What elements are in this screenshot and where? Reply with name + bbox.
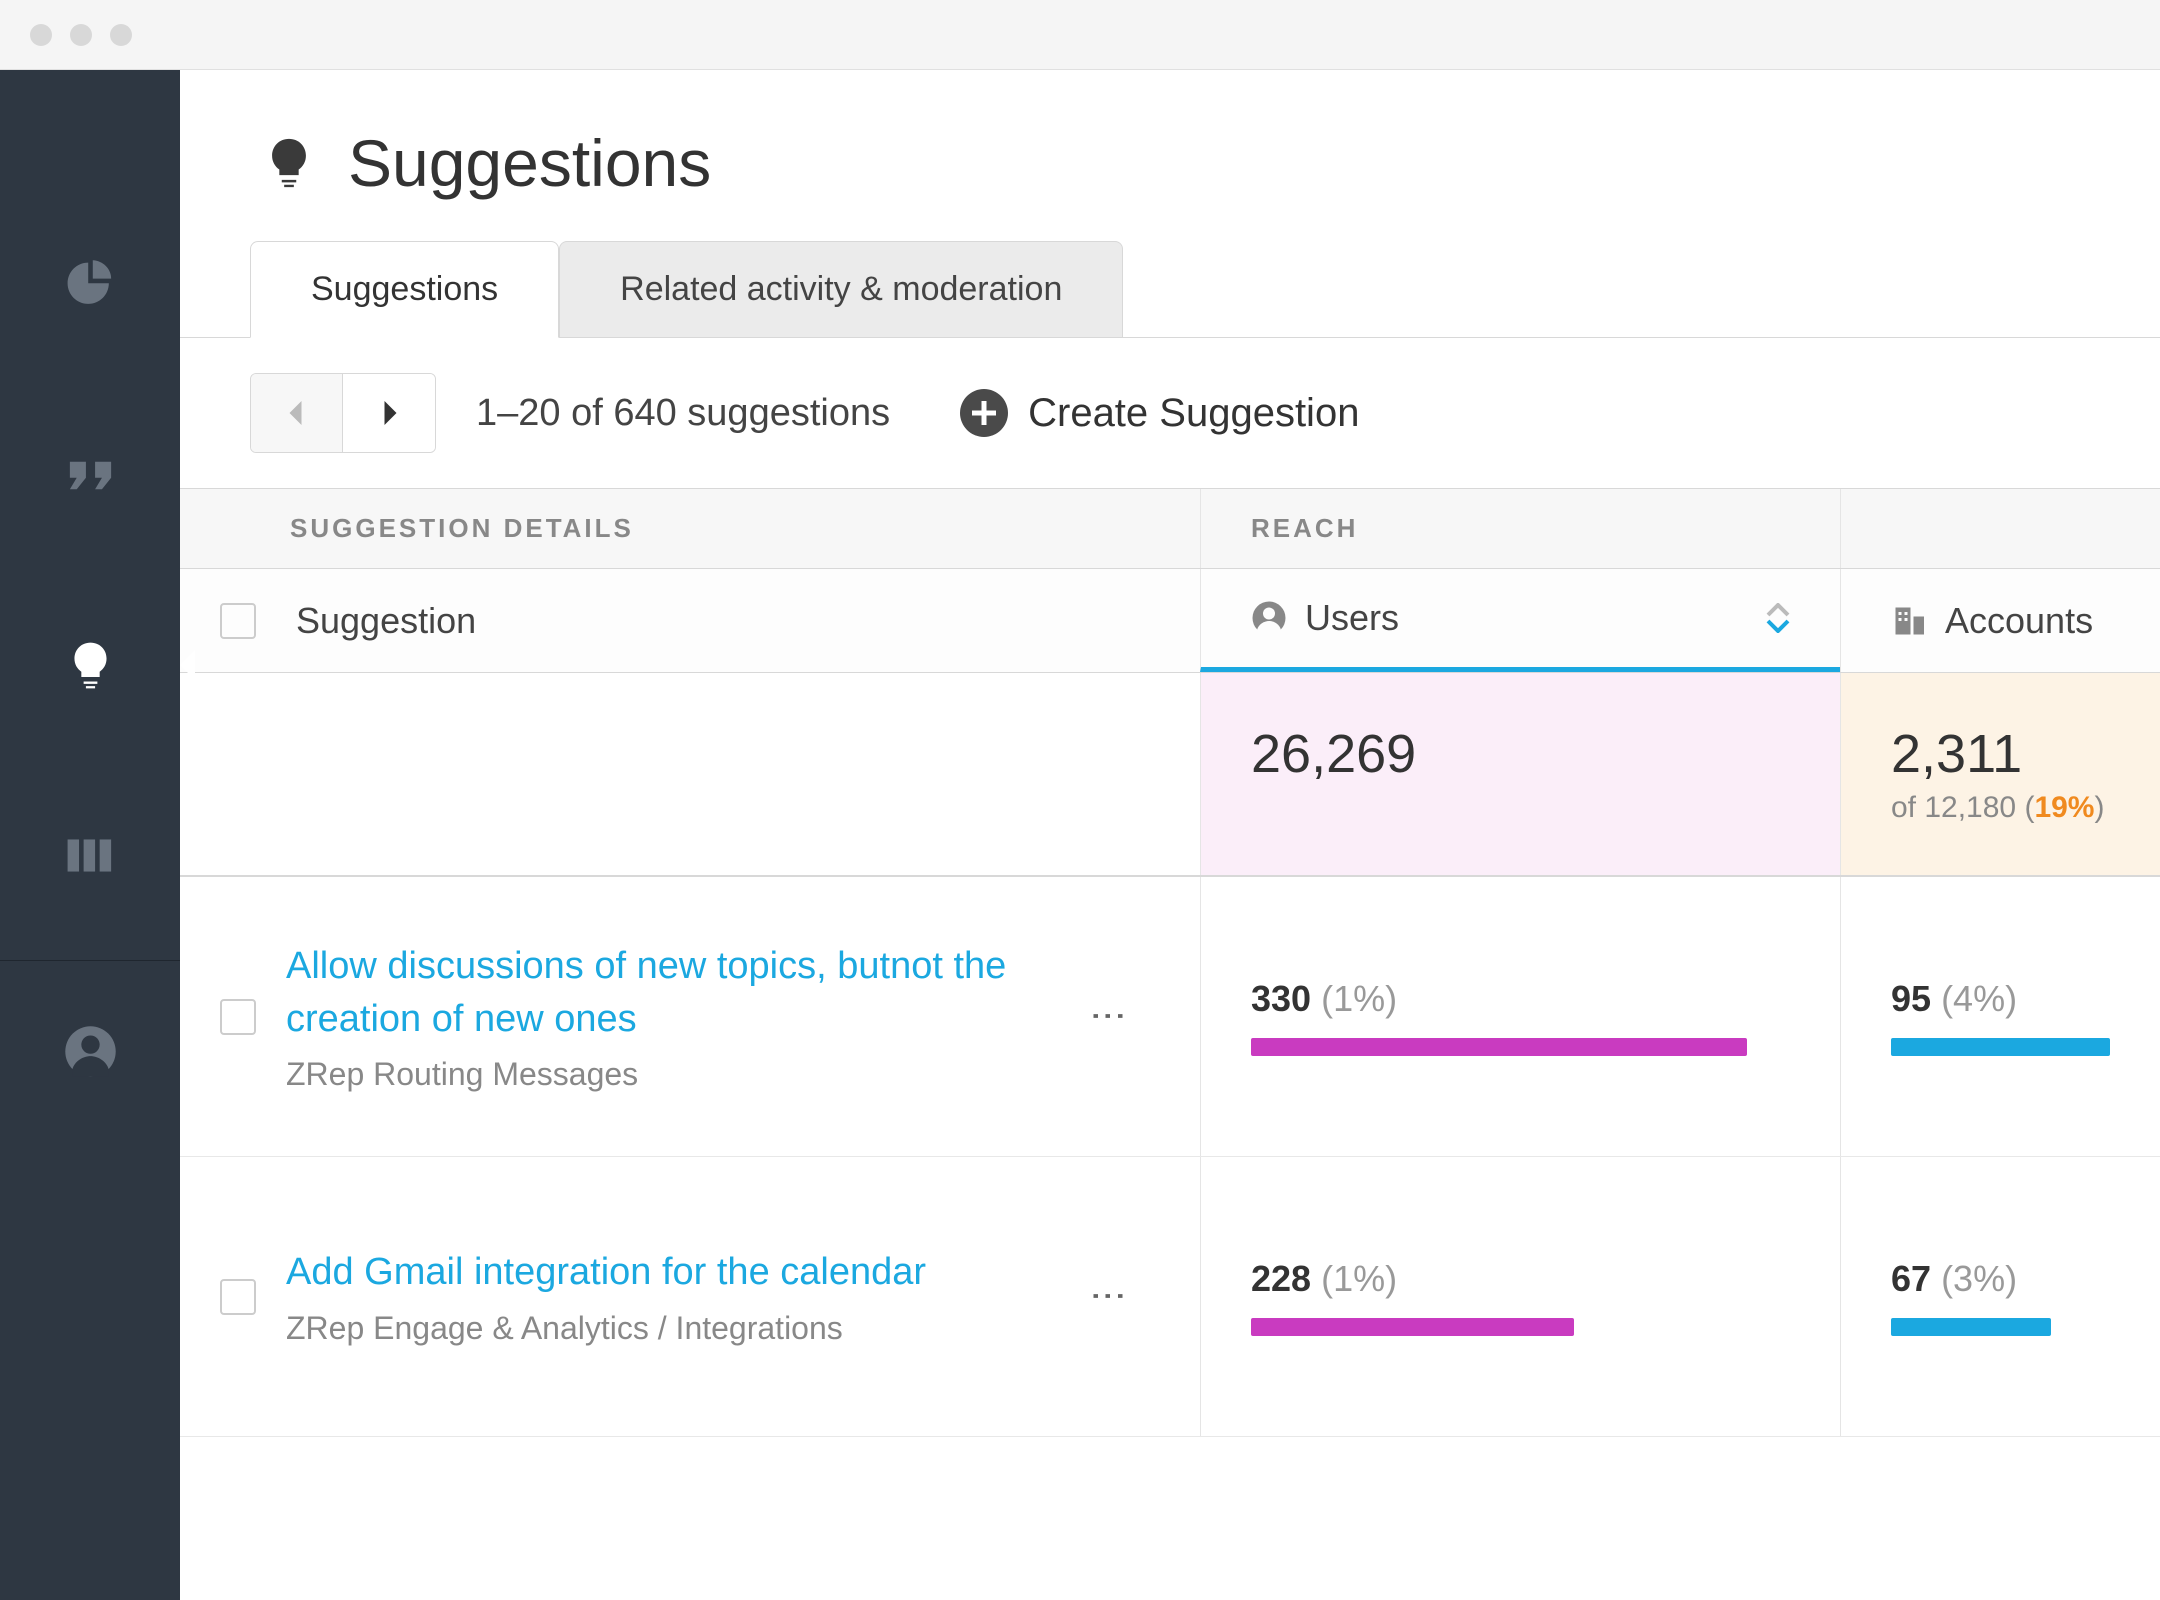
col-header-suggestion[interactable]: Suggestion bbox=[180, 569, 1200, 672]
lightbulb-icon bbox=[63, 638, 118, 693]
quote-icon bbox=[63, 448, 118, 503]
table-row: Allow discussions of new topics, butnot … bbox=[180, 877, 2160, 1157]
pager bbox=[250, 373, 436, 453]
cell-users: 228 (1%) bbox=[1200, 1157, 1840, 1436]
traffic-light-close[interactable] bbox=[30, 24, 52, 46]
summary-row: 26,269 2,311 of 12,180 (19%) bbox=[180, 673, 2160, 877]
accounts-bar bbox=[1891, 1318, 2051, 1336]
table-row: Add Gmail integration for the calendar Z… bbox=[180, 1157, 2160, 1437]
col-header-users-label: Users bbox=[1305, 597, 1399, 639]
users-metric: 228 (1%) bbox=[1251, 1258, 1790, 1300]
pie-chart-icon bbox=[63, 258, 118, 313]
traffic-light-zoom[interactable] bbox=[110, 24, 132, 46]
summary-accounts: 2,311 of 12,180 (19%) bbox=[1840, 673, 2160, 875]
traffic-light-minimize[interactable] bbox=[70, 24, 92, 46]
summary-users-total: 26,269 bbox=[1251, 723, 1790, 785]
main-content: Suggestions Suggestions Related activity… bbox=[180, 70, 2160, 1600]
columns-icon bbox=[63, 828, 118, 883]
table-group-header-row: SUGGESTION DETAILS REACH bbox=[180, 489, 2160, 569]
user-icon bbox=[63, 1024, 118, 1079]
suggestion-title-link[interactable]: Allow discussions of new topics, butnot … bbox=[286, 940, 1038, 1046]
sidebar-item-dashboard[interactable] bbox=[0, 190, 180, 380]
sort-control[interactable] bbox=[1766, 603, 1790, 633]
sidebar-item-quotes[interactable] bbox=[0, 380, 180, 570]
suggestion-category: ZRep Engage & Analytics / Integrations bbox=[286, 1310, 1038, 1347]
pager-prev-button[interactable] bbox=[251, 374, 343, 452]
chevron-up-icon bbox=[1766, 603, 1790, 617]
sidebar bbox=[0, 70, 180, 1600]
row-checkbox[interactable] bbox=[220, 1279, 256, 1315]
cell-accounts: 95 (4%) bbox=[1840, 877, 2160, 1156]
users-metric: 330 (1%) bbox=[1251, 978, 1790, 1020]
tabs: Suggestions Related activity & moderatio… bbox=[180, 241, 2160, 338]
building-icon bbox=[1891, 603, 1927, 639]
cell-users: 330 (1%) bbox=[1200, 877, 1840, 1156]
cell-accounts: 67 (3%) bbox=[1840, 1157, 2160, 1436]
app-window: Suggestions Suggestions Related activity… bbox=[0, 0, 2160, 1600]
summary-accounts-total: 2,311 bbox=[1891, 723, 2110, 785]
chevron-right-icon bbox=[381, 401, 397, 425]
cell-suggestion: Add Gmail integration for the calendar Z… bbox=[180, 1157, 1200, 1436]
col-header-suggestion-label: Suggestion bbox=[296, 600, 476, 642]
pager-next-button[interactable] bbox=[343, 374, 435, 452]
chevron-left-icon bbox=[289, 401, 305, 425]
cell-suggestion: Allow discussions of new topics, butnot … bbox=[180, 877, 1200, 1156]
users-bar bbox=[1251, 1318, 1574, 1336]
table-column-header-row: Suggestion Users bbox=[180, 569, 2160, 673]
col-header-accounts[interactable]: Accounts bbox=[1840, 569, 2160, 672]
row-more-button[interactable]: ⋮ bbox=[1068, 1278, 1150, 1316]
select-all-checkbox[interactable] bbox=[220, 603, 256, 639]
row-checkbox[interactable] bbox=[220, 999, 256, 1035]
summary-users: 26,269 bbox=[1200, 673, 1840, 875]
accounts-metric: 67 (3%) bbox=[1891, 1258, 2110, 1300]
toolbar: 1–20 of 640 suggestions Create Suggestio… bbox=[180, 337, 2160, 488]
summary-blank bbox=[180, 673, 1200, 875]
sidebar-item-board[interactable] bbox=[0, 760, 180, 950]
create-suggestion-label: Create Suggestion bbox=[1028, 391, 1359, 436]
sidebar-divider bbox=[0, 960, 180, 961]
suggestion-title-link[interactable]: Add Gmail integration for the calendar bbox=[286, 1246, 1038, 1299]
page-header: Suggestions bbox=[180, 70, 2160, 241]
create-suggestion-button[interactable]: Create Suggestion bbox=[960, 389, 1359, 437]
col-header-accounts-label: Accounts bbox=[1945, 600, 2093, 642]
row-more-button[interactable]: ⋮ bbox=[1068, 998, 1150, 1036]
group-header-details: SUGGESTION DETAILS bbox=[180, 489, 1200, 568]
tab-suggestions[interactable]: Suggestions bbox=[250, 241, 559, 338]
users-bar bbox=[1251, 1038, 1747, 1056]
page-title: Suggestions bbox=[348, 125, 711, 201]
col-header-users[interactable]: Users bbox=[1200, 569, 1840, 672]
sidebar-item-suggestions[interactable] bbox=[0, 570, 180, 760]
plus-circle-icon bbox=[960, 389, 1008, 437]
suggestion-category: ZRep Routing Messages bbox=[286, 1056, 1038, 1093]
suggestions-table: SUGGESTION DETAILS REACH Suggestion bbox=[180, 488, 2160, 1600]
user-icon bbox=[1251, 600, 1287, 636]
sidebar-item-profile[interactable] bbox=[0, 991, 180, 1111]
summary-accounts-subline: of 12,180 (19%) bbox=[1891, 791, 2110, 825]
window-titlebar bbox=[0, 0, 2160, 70]
lightbulb-icon bbox=[260, 134, 318, 192]
accounts-metric: 95 (4%) bbox=[1891, 978, 2110, 1020]
tab-related-activity[interactable]: Related activity & moderation bbox=[559, 241, 1123, 338]
chevron-down-icon bbox=[1766, 619, 1790, 633]
accounts-bar bbox=[1891, 1038, 2110, 1056]
pager-range-label: 1–20 of 640 suggestions bbox=[476, 392, 890, 435]
group-header-reach: REACH bbox=[1200, 489, 1840, 568]
group-header-blank bbox=[1840, 489, 2160, 568]
